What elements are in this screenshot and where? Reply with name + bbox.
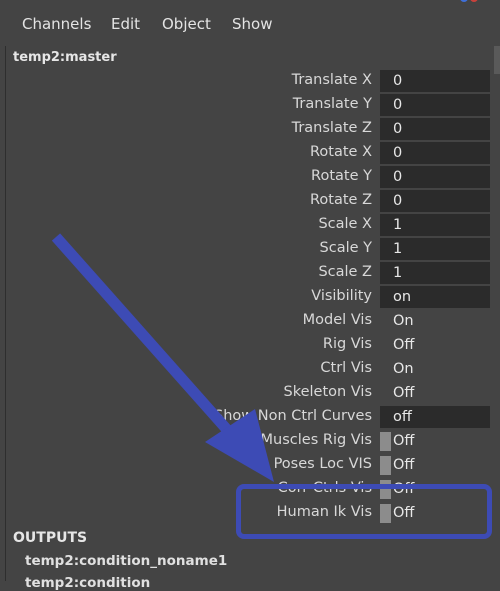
channel-value[interactable]: 0 <box>380 190 490 212</box>
window-corner-icons <box>460 0 490 4</box>
menu-channels[interactable]: Channels <box>22 15 91 33</box>
channel-row[interactable]: Show Non Ctrl Curves off <box>0 405 500 429</box>
channel-value[interactable]: off <box>380 406 490 428</box>
channel-swatch <box>380 456 391 475</box>
channel-label[interactable]: Scale Z <box>318 264 372 280</box>
channel-row[interactable]: Ctrl Vis On <box>0 357 500 381</box>
output-node[interactable]: temp2:condition_noname1 <box>25 553 227 569</box>
channel-value[interactable]: Off <box>380 454 490 476</box>
channel-label[interactable]: Muscles Rig Vis <box>261 432 372 448</box>
channel-label[interactable]: Ctrl Vis <box>320 360 372 376</box>
channel-label[interactable]: Show Non Ctrl Curves <box>214 408 372 424</box>
channel-row[interactable]: Translate X 0 <box>0 69 500 93</box>
channel-swatch <box>380 432 391 451</box>
menu-edit[interactable]: Edit <box>111 15 140 33</box>
channel-value[interactable]: 0 <box>380 142 490 164</box>
channel-row[interactable]: Visibility on <box>0 285 500 309</box>
channel-row[interactable]: Poses Loc VIS Off <box>0 453 500 477</box>
channel-value[interactable]: 0 <box>380 94 490 116</box>
channel-value[interactable]: 0 <box>380 118 490 140</box>
channel-value[interactable]: 0 <box>380 166 490 188</box>
channel-value[interactable]: On <box>380 310 490 332</box>
channel-row[interactable]: Scale X 1 <box>0 213 500 237</box>
channel-label[interactable]: Model Vis <box>303 312 372 328</box>
channel-value-text: Off <box>393 457 415 473</box>
menu-show[interactable]: Show <box>232 15 272 33</box>
channel-label[interactable]: Poses Loc VIS <box>274 456 372 472</box>
channel-row[interactable]: Skeleton Vis Off <box>0 381 500 405</box>
channel-value[interactable]: 1 <box>380 238 490 260</box>
channel-label[interactable]: Rotate X <box>310 144 372 160</box>
channel-label[interactable]: Translate Z <box>292 120 372 136</box>
annotation-highlight-box <box>236 484 492 539</box>
channel-label[interactable]: Rig Vis <box>323 336 372 352</box>
output-node[interactable]: temp2:condition <box>25 575 150 591</box>
blue-dot-icon <box>460 0 468 2</box>
channel-value[interactable]: Off <box>380 430 490 452</box>
channel-row[interactable]: Rotate Y 0 <box>0 165 500 189</box>
channel-label[interactable]: Scale Y <box>320 240 372 256</box>
channel-label[interactable]: Rotate Y <box>311 168 372 184</box>
object-name: temp2:master <box>13 50 117 65</box>
channel-row[interactable]: Translate Z 0 <box>0 117 500 141</box>
channel-label[interactable]: Translate Y <box>293 96 372 112</box>
channel-label[interactable]: Translate X <box>292 72 372 88</box>
channel-value-text: Off <box>393 433 415 449</box>
outputs-header: OUTPUTS <box>13 530 88 546</box>
channel-row[interactable]: Muscles Rig Vis Off <box>0 429 500 453</box>
channel-value[interactable]: 1 <box>380 262 490 284</box>
channel-label[interactable]: Skeleton Vis <box>284 384 373 400</box>
channel-row[interactable]: Rig Vis Off <box>0 333 500 357</box>
channel-label[interactable]: Scale X <box>318 216 372 232</box>
channel-row[interactable]: Model Vis On <box>0 309 500 333</box>
menu-bar: Channels Edit Object Show <box>0 0 500 46</box>
channel-row[interactable]: Rotate Z 0 <box>0 189 500 213</box>
channel-value[interactable]: Off <box>380 334 490 356</box>
channel-row[interactable]: Translate Y 0 <box>0 93 500 117</box>
channel-row[interactable]: Rotate X 0 <box>0 141 500 165</box>
channel-value[interactable]: Off <box>380 382 490 404</box>
channel-label[interactable]: Visibility <box>311 288 372 304</box>
channel-row[interactable]: Scale Y 1 <box>0 237 500 261</box>
channel-value[interactable]: 1 <box>380 214 490 236</box>
channel-value[interactable]: On <box>380 358 490 380</box>
channel-value[interactable]: 0 <box>380 70 490 92</box>
channel-label[interactable]: Rotate Z <box>310 192 372 208</box>
menu-object[interactable]: Object <box>162 15 211 33</box>
channel-value[interactable]: on <box>380 286 490 308</box>
red-dot-icon <box>470 0 478 2</box>
channel-row[interactable]: Scale Z 1 <box>0 261 500 285</box>
